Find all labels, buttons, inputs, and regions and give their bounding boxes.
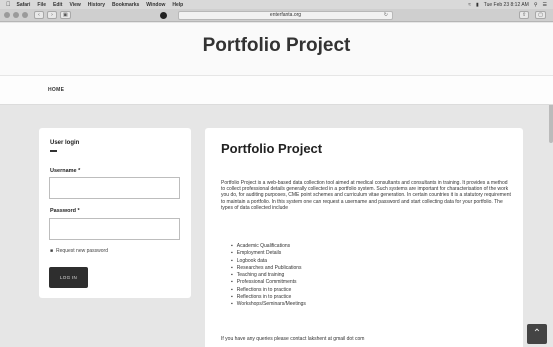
search-icon[interactable]: ⚲ [534, 2, 538, 8]
content-heading: Portfolio Project [221, 141, 323, 156]
menu-history[interactable]: History [88, 2, 105, 8]
address-bar[interactable]: enterfanta.org ↻ [178, 11, 393, 20]
menu-window[interactable]: Window [146, 2, 165, 8]
scroll-to-top-button[interactable]: ⌃ [527, 324, 547, 344]
username-field[interactable] [49, 177, 180, 199]
wifi-icon[interactable]: ≈ [468, 2, 471, 8]
user-login-block: User login Username * Password * ■ Reque… [39, 128, 191, 298]
menu-safari[interactable]: Safari [17, 2, 31, 8]
site-title[interactable]: Portfolio Project [203, 35, 351, 57]
username-label: Username * [50, 168, 81, 174]
menu-bookmarks[interactable]: Bookmarks [112, 2, 139, 8]
password-field[interactable] [49, 218, 180, 240]
sidebar-icon[interactable]: ▣ [60, 11, 71, 19]
menu-edit[interactable]: Edit [53, 2, 62, 8]
share-icon[interactable]: ⇧ [519, 11, 530, 19]
list-item: Professional Commitments [231, 279, 306, 286]
close-window-button[interactable] [4, 12, 10, 18]
battery-icon[interactable]: ▮ [476, 2, 479, 8]
browser-toolbar: ‹ › ▣ enterfanta.org ↻ ⇧ ▢ [0, 9, 553, 22]
menu-file[interactable]: File [37, 2, 46, 8]
list-icon[interactable]: ☰ [543, 2, 547, 8]
reload-icon[interactable]: ↻ [384, 12, 388, 19]
password-label: Password * [50, 208, 80, 214]
zoom-window-button[interactable] [22, 12, 28, 18]
main-nav: HOME [0, 75, 553, 105]
back-icon[interactable]: ‹ [34, 11, 44, 19]
nav-home-link[interactable]: HOME [48, 87, 64, 93]
apple-icon[interactable]:  [6, 2, 11, 8]
content-intro: Portfolio Project is a web-based data co… [221, 180, 511, 211]
tabs-icon[interactable]: ▢ [535, 11, 546, 19]
mac-menubar:  Safari File Edit View History Bookmark… [0, 0, 553, 9]
list-item: Researches and Publications [231, 265, 306, 272]
clock-text[interactable]: Tue Feb 23 8:12 AM [484, 2, 529, 8]
request-password-item[interactable]: ■ Request new password [50, 248, 108, 254]
list-item: Logbook data [231, 258, 306, 265]
window-controls [4, 12, 28, 18]
data-types-list: Academic Qualifications Employment Detai… [231, 243, 306, 309]
privacy-icon[interactable] [160, 12, 167, 19]
list-item: Employment Details [231, 250, 306, 257]
minimize-window-button[interactable] [13, 12, 19, 18]
menu-view[interactable]: View [69, 2, 80, 8]
list-item: Academic Qualifications [231, 243, 306, 250]
list-item: Reflections in to practice [231, 287, 306, 294]
list-item: Reflections in to practice [231, 294, 306, 301]
bullet-icon: ■ [50, 248, 54, 254]
list-item: Teaching and training [231, 272, 306, 279]
chevron-up-icon: ⌃ [532, 328, 542, 339]
menubar-status: ≈ ▮ Tue Feb 23 8:12 AM ⚲ ☰ [468, 2, 547, 8]
main-content: Portfolio Project Portfolio Project is a… [205, 128, 523, 347]
site-header: Portfolio Project [0, 23, 553, 75]
login-button[interactable]: LOG IN [49, 267, 88, 288]
address-url: enterfanta.org [269, 12, 302, 18]
title-underline [50, 150, 57, 152]
request-password-link[interactable]: Request new password [56, 248, 108, 254]
toolbar-right: ⇧ ▢ [519, 11, 549, 19]
login-title: User login [50, 140, 80, 146]
contact-text: If you have any queries please contact l… [221, 336, 365, 342]
menu-help[interactable]: Help [172, 2, 183, 8]
list-item: Workshops/Seminars/Meetings [231, 301, 306, 308]
forward-icon[interactable]: › [47, 11, 57, 19]
